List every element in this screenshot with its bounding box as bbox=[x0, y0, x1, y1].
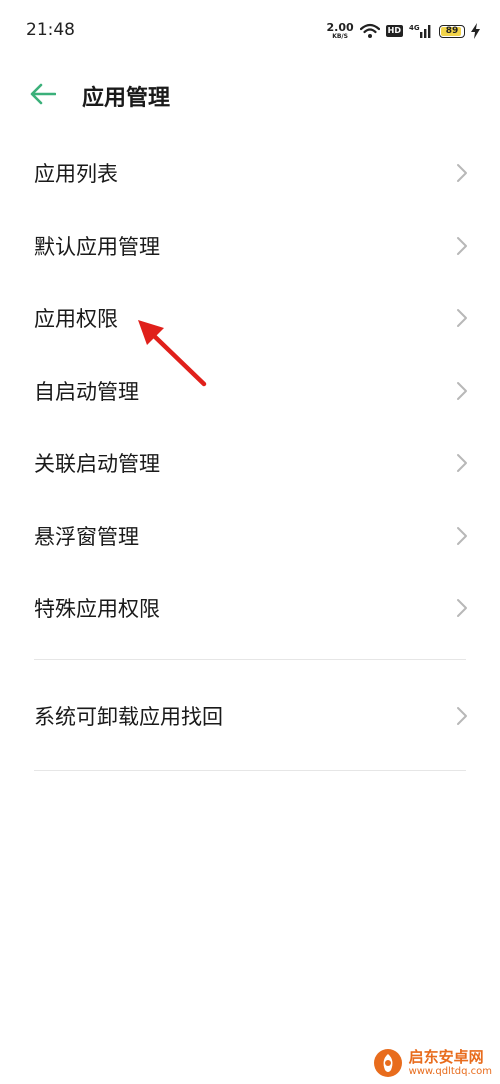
menu-item-label: 自启动管理 bbox=[34, 379, 139, 404]
battery-icon: 89 bbox=[439, 24, 465, 38]
watermark-url: www.qdltdq.com bbox=[408, 1065, 492, 1077]
chevron-right-icon bbox=[457, 599, 467, 618]
menu-item-label: 特殊应用权限 bbox=[34, 597, 160, 622]
charging-icon bbox=[471, 23, 480, 39]
chevron-right-icon bbox=[457, 236, 467, 255]
chevron-right-icon bbox=[457, 454, 467, 473]
menu-item-label: 默认应用管理 bbox=[34, 234, 160, 259]
menu-item-label: 系统可卸载应用找回 bbox=[34, 704, 223, 729]
status-icons: 2.00 KB/S HD 4G 89 bbox=[327, 20, 480, 42]
menu-item-app-list[interactable]: 应用列表 bbox=[0, 137, 500, 210]
menu-item-auto-start[interactable]: 自启动管理 bbox=[0, 355, 500, 428]
network-speed-value: 2.00 bbox=[326, 21, 354, 34]
menu-item-app-permissions[interactable]: 应用权限 bbox=[0, 282, 500, 355]
chevron-right-icon bbox=[457, 309, 467, 328]
network-speed: 2.00 KB/S bbox=[327, 22, 354, 40]
menu-item-default-apps[interactable]: 默认应用管理 bbox=[0, 210, 500, 283]
menu-item-special-permissions[interactable]: 特殊应用权限 bbox=[0, 572, 500, 645]
page-title: 应用管理 bbox=[82, 86, 171, 111]
menu-item-label: 应用列表 bbox=[34, 162, 118, 187]
menu-item-associated-start[interactable]: 关联启动管理 bbox=[0, 427, 500, 500]
status-bar: 21:48 2.00 KB/S HD 4G 89 bbox=[0, 0, 500, 60]
page-header: 应用管理 bbox=[0, 60, 500, 128]
watermark-name: 启东安卓网 bbox=[408, 1048, 484, 1067]
menu-item-floating-window[interactable]: 悬浮窗管理 bbox=[0, 500, 500, 573]
section-divider bbox=[34, 770, 466, 771]
hd-icon: HD bbox=[385, 25, 403, 37]
watermark-logo-icon bbox=[373, 1049, 402, 1077]
arrow-left-icon[interactable] bbox=[30, 82, 57, 106]
status-time: 21:48 bbox=[26, 20, 75, 40]
menu-item-label: 悬浮窗管理 bbox=[34, 524, 139, 549]
chevron-right-icon bbox=[457, 164, 467, 183]
battery-level: 89 bbox=[445, 26, 459, 36]
watermark-text: 启东安卓网 www.qdltdq.com bbox=[409, 1049, 492, 1077]
wifi-icon bbox=[359, 23, 380, 39]
chevron-right-icon bbox=[457, 526, 467, 545]
menu-item-label: 应用权限 bbox=[34, 307, 118, 332]
signal-icon: 4G bbox=[409, 23, 433, 39]
settings-menu: 应用列表 默认应用管理 应用权限 自启动管理 关联启动管理 悬浮窗管理 特殊应用… bbox=[0, 137, 500, 771]
annotation-arrow-icon bbox=[138, 320, 207, 387]
watermark: 启东安卓网 www.qdltdq.com bbox=[373, 1048, 492, 1078]
chevron-right-icon bbox=[457, 381, 467, 400]
chevron-right-icon bbox=[457, 706, 467, 725]
menu-item-restore-uninstallable-apps[interactable]: 系统可卸载应用找回 bbox=[0, 680, 500, 753]
menu-item-label: 关联启动管理 bbox=[34, 452, 160, 477]
network-speed-unit: KB/S bbox=[332, 33, 348, 40]
network-type-label: 4G bbox=[409, 24, 420, 32]
